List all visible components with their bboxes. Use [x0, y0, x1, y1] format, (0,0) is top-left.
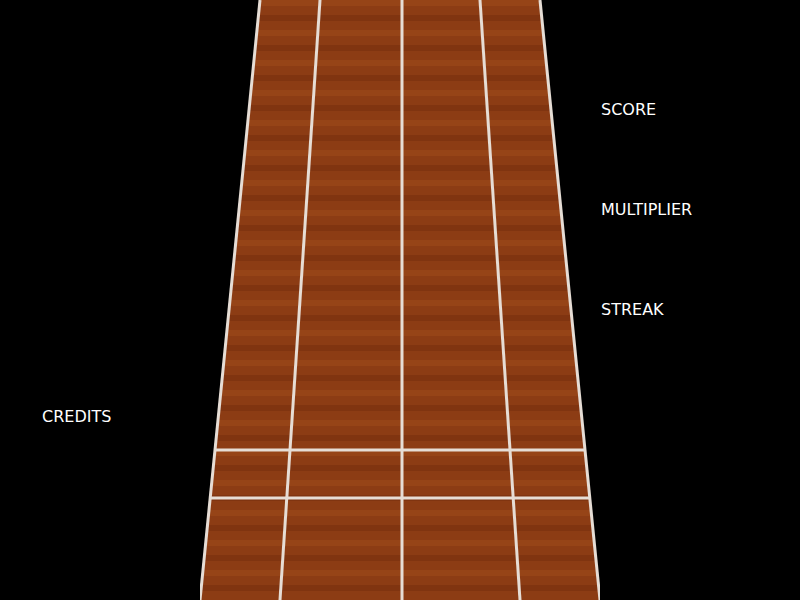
- hud-label: SCORE: [601, 100, 800, 120]
- right-hud: SCORE MULTIPLIER STREAK: [600, 0, 800, 600]
- hud-label: STREAK: [601, 300, 800, 320]
- lane-line: [540, 0, 600, 600]
- strike-line: [215, 449, 585, 452]
- lane-line: [401, 0, 404, 600]
- left-hud: CREDITS: [0, 0, 200, 600]
- fretboard-highway: [200, 0, 600, 600]
- hud-label: MULTIPLIER: [601, 200, 800, 220]
- strike-line: [211, 497, 589, 500]
- lane-line: [200, 0, 260, 600]
- lane-line: [280, 0, 320, 600]
- hud-label: CREDITS: [42, 407, 200, 427]
- lane-line: [480, 0, 520, 600]
- game-screen: CREDITS SCORE MULTIPLIER STREAK: [0, 0, 800, 600]
- highway-area: [200, 0, 600, 600]
